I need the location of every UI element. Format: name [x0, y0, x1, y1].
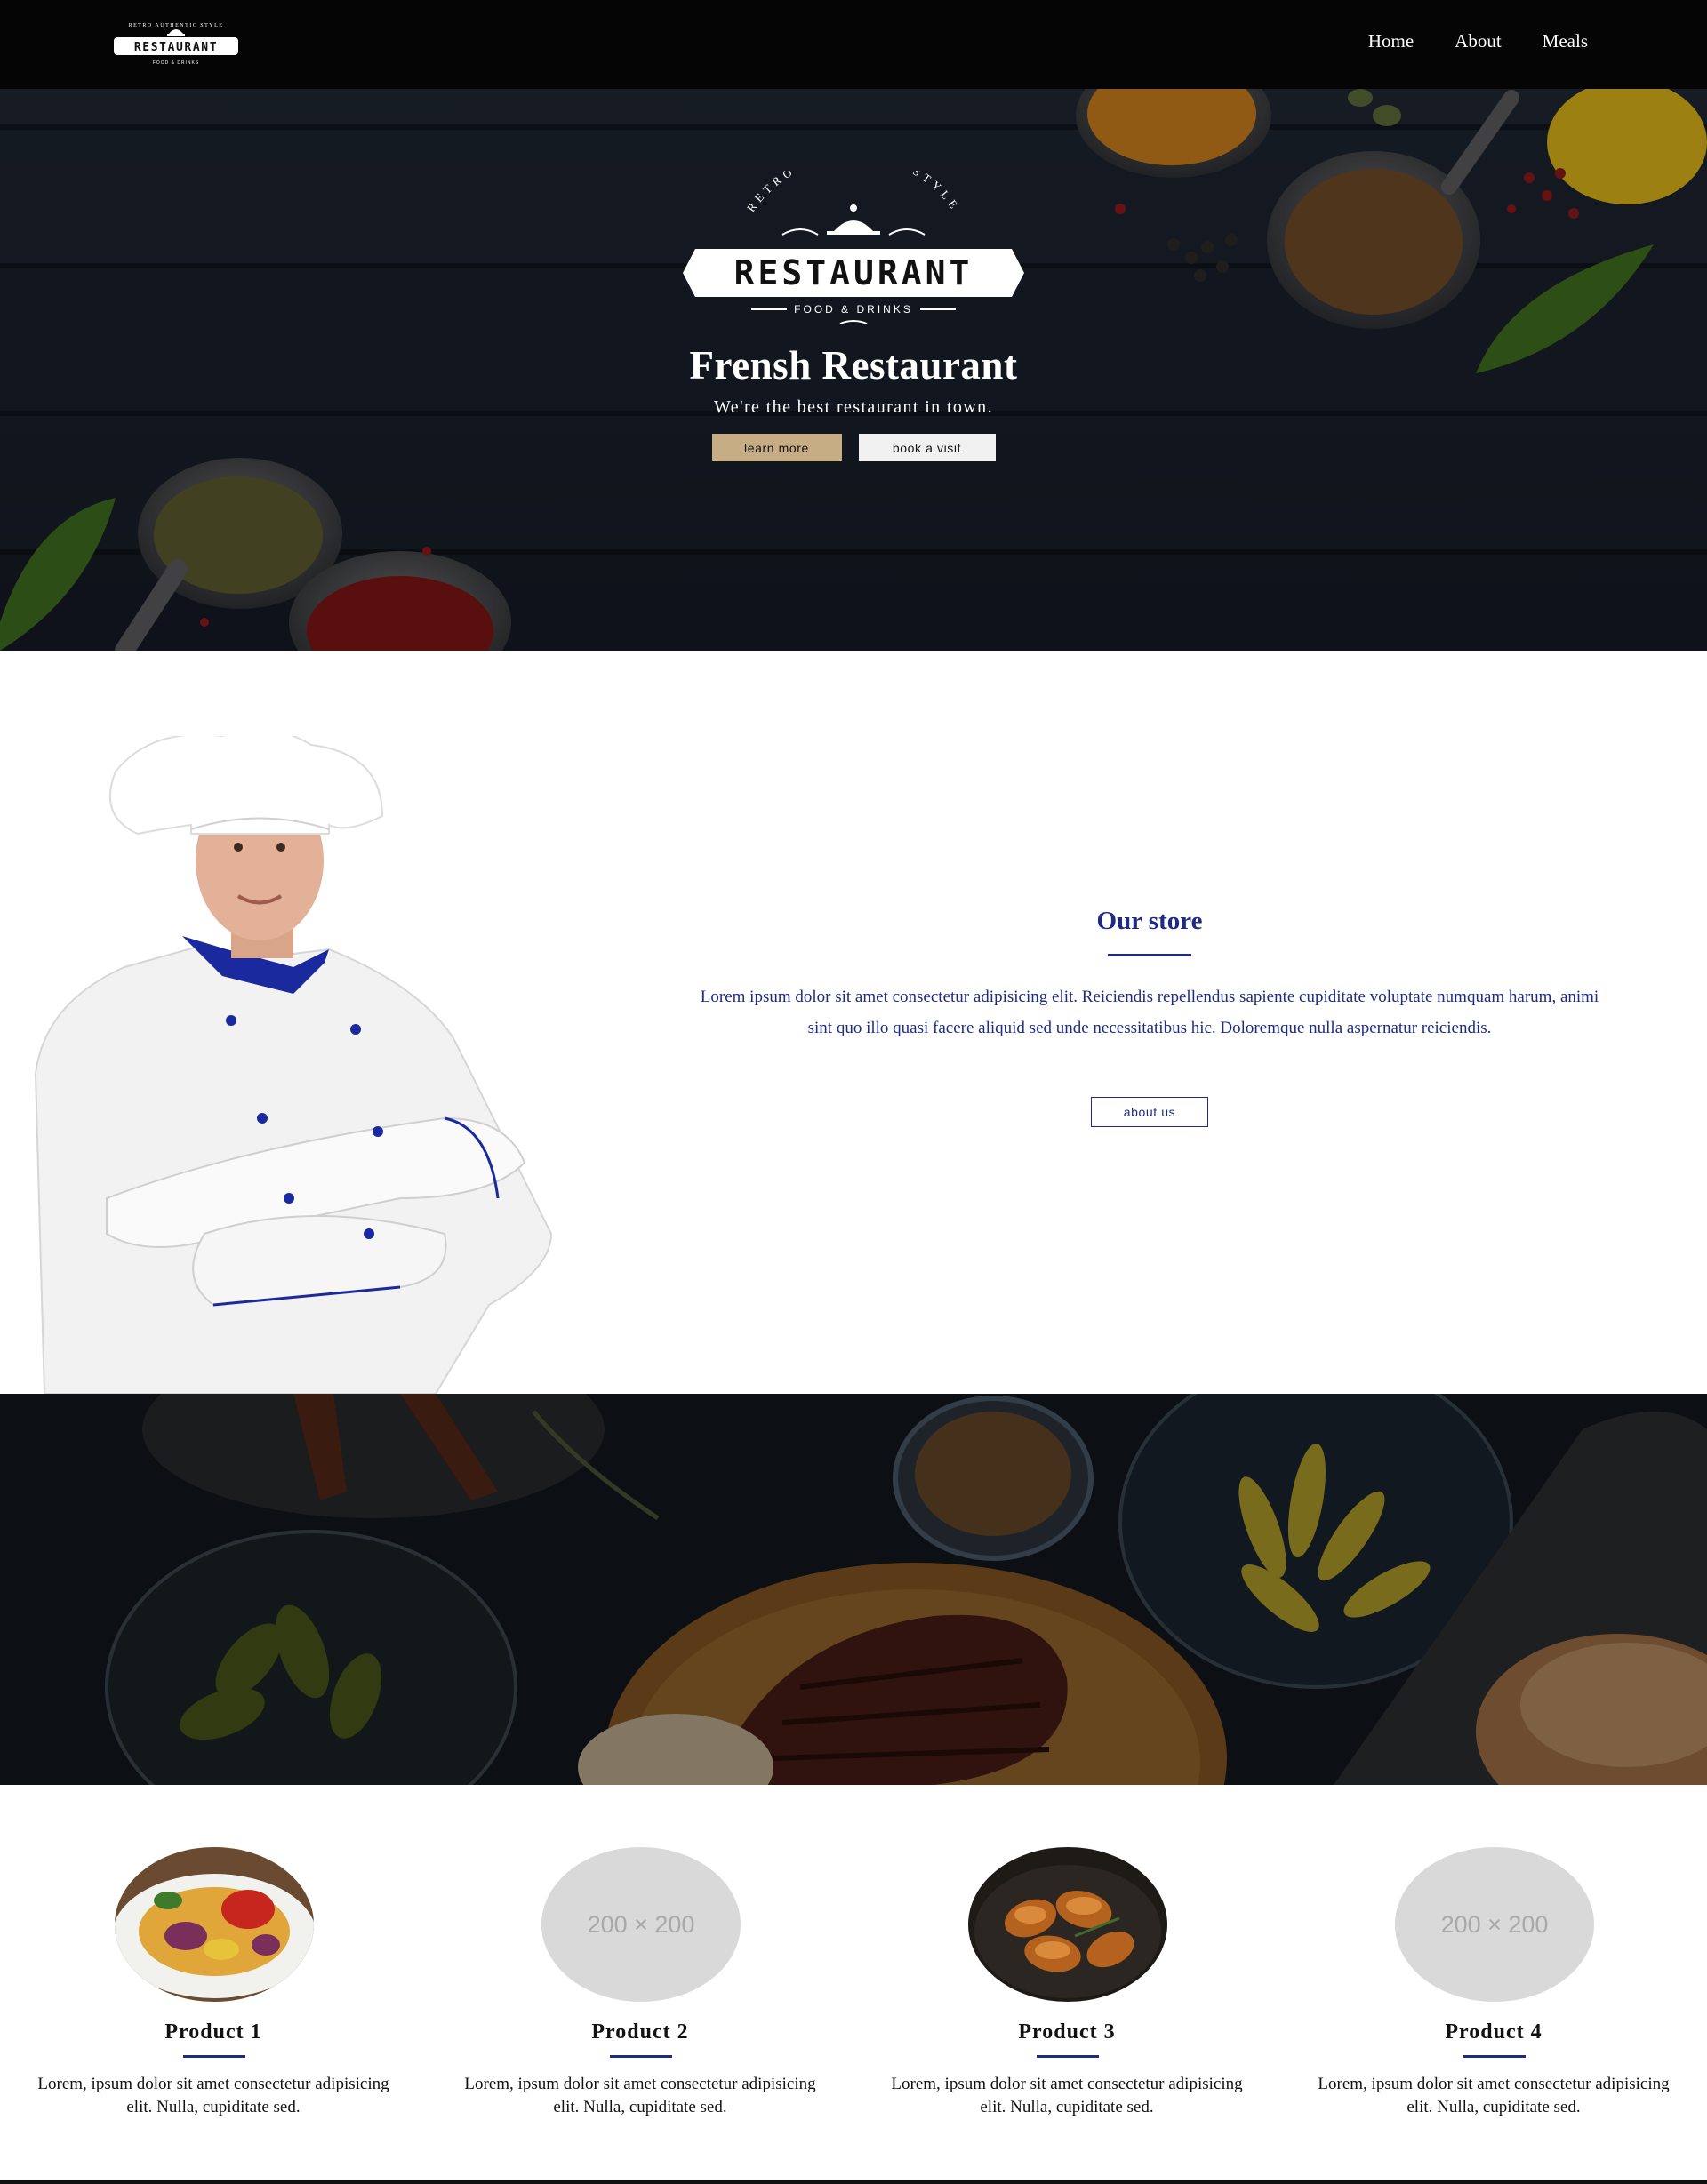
product-description: Lorem, ipsum dolor sit amet consectetur …	[1318, 2075, 1670, 2116]
product-title: Product 3	[1018, 2020, 1116, 2044]
restaurant-logo[interactable]: RETRO AUTHENTIC STYLE RESTAURANT FOOD & …	[110, 14, 242, 73]
product-title: Product 4	[1445, 2020, 1543, 2044]
product-image	[115, 1847, 314, 2002]
chef-image	[34, 736, 553, 1394]
product-description: Lorem, ipsum dolor sit amet consectetur …	[891, 2075, 1243, 2116]
our-store-section: Our store Lorem ipsum dolor sit amet con…	[0, 651, 1707, 1394]
pasta-dish-image	[115, 1847, 314, 2002]
product-description: Lorem, ipsum dolor sit amet consectetur …	[464, 2075, 816, 2116]
product-title-underline	[610, 2055, 672, 2058]
hero-logo-tagline: FOOD & DRINKS	[794, 303, 913, 316]
nav-links: Home About Meals	[1368, 30, 1588, 52]
store-title-underline	[1108, 954, 1191, 956]
footer-border	[0, 2180, 1707, 2184]
product-image-placeholder: 200 × 200	[541, 1847, 741, 2002]
hero-subtitle: We're the best restaurant in town.	[714, 397, 993, 417]
hero-section: RETRO AUTHENTIC STYLE RESTAURANT FOOD & …	[0, 89, 1707, 651]
product-title-underline	[183, 2055, 245, 2058]
store-description: Lorem ipsum dolor sit amet consectetur a…	[700, 988, 1599, 1037]
nav-meals-link[interactable]: Meals	[1543, 30, 1588, 52]
logo-tagline: FOOD & DRINKS	[153, 60, 199, 66]
products-section: Product 1 Lorem, ipsum dolor sit amet co…	[0, 1785, 1707, 2184]
nav-home-link[interactable]: Home	[1368, 30, 1414, 52]
product-title: Product 1	[164, 2020, 262, 2044]
logo-word: RESTAURANT	[134, 41, 218, 54]
product-title-underline	[1037, 2055, 1099, 2058]
about-us-button[interactable]: about us	[1091, 1097, 1208, 1127]
hero-buttons: learn more book a visit	[0, 434, 1707, 461]
hero-restaurant-logo: RETRO AUTHENTIC STYLE RESTAURANT FOOD & …	[683, 171, 1024, 324]
food-banner-art	[0, 1394, 1707, 1785]
nav-about-link[interactable]: About	[1455, 30, 1502, 52]
book-visit-button[interactable]: book a visit	[858, 434, 996, 461]
navbar: RETRO AUTHENTIC STYLE RESTAURANT FOOD & …	[0, 0, 1707, 89]
hero-logo-word: RESTAURANT	[734, 253, 974, 292]
learn-more-button[interactable]: learn more	[711, 434, 842, 461]
food-banner-image	[0, 1394, 1707, 1785]
product-title: Product 2	[591, 2020, 689, 2044]
product-image	[968, 1847, 1167, 2002]
product-description: Lorem, ipsum dolor sit amet consectetur …	[37, 2075, 389, 2116]
store-title: Our store	[1096, 907, 1203, 935]
product-title-underline	[1463, 2055, 1526, 2058]
hero-title: Frensh Restaurant	[689, 343, 1018, 388]
logo-arc-text: RETRO AUTHENTIC STYLE	[129, 23, 224, 28]
product-image-placeholder: 200 × 200	[1395, 1847, 1594, 2002]
roast-chicken-image	[968, 1847, 1167, 2002]
